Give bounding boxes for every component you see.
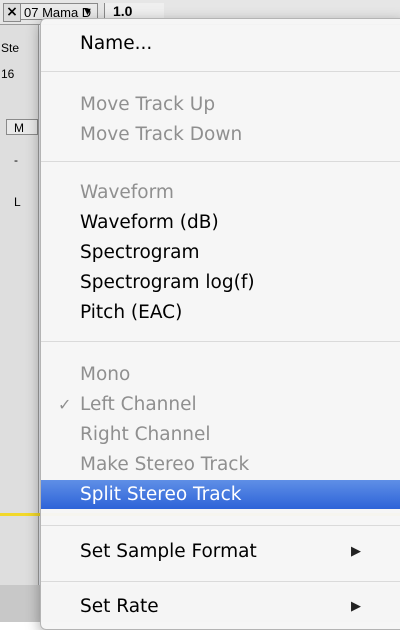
mute-button[interactable]: M bbox=[6, 119, 38, 135]
menu-separator bbox=[41, 581, 400, 582]
menu-item-waveform-db[interactable]: Waveform (dB) bbox=[41, 208, 400, 237]
menu-item-move-track-up[interactable]: Move Track Up bbox=[41, 90, 400, 119]
menu-item-label: Set Sample Format bbox=[80, 541, 257, 562]
menu-item-make-stereo-track[interactable]: Make Stereo Track bbox=[41, 450, 400, 479]
submenu-arrow-icon: ▶ bbox=[351, 599, 361, 614]
menu-separator bbox=[41, 341, 400, 342]
menu-item-set-rate[interactable]: Set Rate ▶ bbox=[41, 592, 400, 621]
menu-item-label: Set Rate bbox=[80, 596, 159, 617]
menu-item-split-stereo-track[interactable]: Split Stereo Track bbox=[41, 480, 400, 509]
menu-item-spectrogram[interactable]: Spectrogram bbox=[41, 238, 400, 267]
menu-item-name[interactable]: Name... bbox=[41, 29, 400, 58]
menu-item-mono[interactable]: Mono bbox=[41, 360, 400, 389]
track-info-format: 16 bbox=[1, 67, 15, 81]
menu-item-right-channel[interactable]: Right Channel bbox=[41, 420, 400, 449]
menu-item-pitch-eac[interactable]: Pitch (EAC) bbox=[41, 298, 400, 327]
menu-item-label: Left Channel bbox=[80, 394, 197, 415]
menu-item-left-channel[interactable]: ✓ Left Channel bbox=[41, 390, 400, 419]
menu-item-move-track-down[interactable]: Move Track Down bbox=[41, 120, 400, 149]
menu-item-set-sample-format[interactable]: Set Sample Format ▶ bbox=[41, 537, 400, 566]
track-info-channels: Ste bbox=[1, 41, 20, 55]
menu-item-spectrogram-log[interactable]: Spectrogram log(f) bbox=[41, 268, 400, 297]
menu-item-waveform[interactable]: Waveform bbox=[41, 178, 400, 207]
close-track-button[interactable]: × bbox=[3, 3, 21, 22]
menu-separator bbox=[41, 525, 400, 526]
track-context-menu: Name... Move Track Up Move Track Down Wa… bbox=[40, 18, 400, 630]
submenu-arrow-icon: ▶ bbox=[351, 544, 361, 559]
menu-separator bbox=[41, 71, 400, 72]
track-control-panel: Ste 16 M - L bbox=[0, 25, 39, 585]
menu-separator bbox=[41, 161, 400, 162]
checkmark-icon: ✓ bbox=[58, 395, 72, 414]
